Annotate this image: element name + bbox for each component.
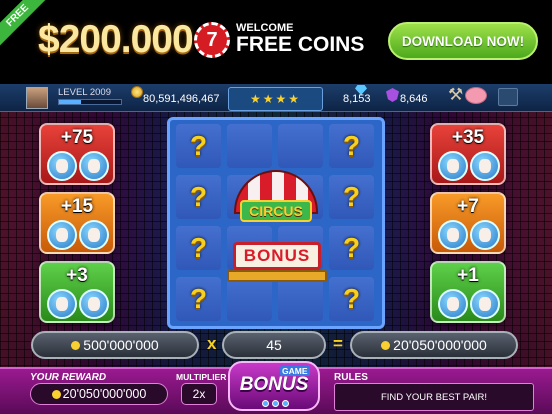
status-bar: LEVEL 2009 80,591,496,467 ★★★★ 8,153 8,6… <box>0 84 552 112</box>
prize-card-left-2: +15 <box>39 192 115 254</box>
xp-progress-fill <box>59 100 81 104</box>
page-dots <box>262 400 290 408</box>
game-bonus-logo: GAME BONUS <box>228 361 320 411</box>
shield-icon <box>386 88 399 102</box>
game-area: LEVEL 2009 80,591,496,467 ★★★★ 8,153 8,6… <box>0 84 552 414</box>
free-coins-text: FREE COINS <box>236 33 365 56</box>
mystery-tile[interactable]: ? <box>329 226 374 270</box>
prize-label: +35 <box>451 127 485 148</box>
rabbit-token-icon <box>470 151 500 181</box>
mystery-tile[interactable]: ? <box>176 175 221 219</box>
board-tile[interactable] <box>227 277 272 321</box>
prize-label: +3 <box>66 265 88 286</box>
clown-token-icon <box>470 289 500 319</box>
rules-text: FIND YOUR BEST PAIR! <box>334 383 534 411</box>
bet-amount: 500'000'000 <box>83 337 159 353</box>
shield-balance: 8,646 <box>400 93 428 105</box>
coin-icon <box>71 340 81 350</box>
result-amount: 20'050'000'000 <box>393 337 487 353</box>
board-tile[interactable] <box>278 124 323 168</box>
download-now-button[interactable]: DOWNLOAD NOW! <box>388 22 538 60</box>
circus-sign: CIRCUS <box>240 200 312 222</box>
prize-card-left-1: +75 <box>39 123 115 185</box>
mystery-tile[interactable]: ? <box>329 124 374 168</box>
rules-title: RULES <box>334 372 368 383</box>
mystery-tile[interactable]: ? <box>176 124 221 168</box>
mystery-tile[interactable]: ? <box>176 277 221 321</box>
bet-amount-display: 500'000'000 <box>31 331 199 359</box>
mystery-tile[interactable]: ? <box>329 175 374 219</box>
prize-label: +1 <box>457 265 479 286</box>
board-tile[interactable] <box>278 277 323 321</box>
rabbit-token-icon <box>79 220 109 250</box>
mystery-tile[interactable]: ? <box>176 226 221 270</box>
casino-chip-icon: 7 <box>194 22 230 58</box>
bonus-reels: BONUS <box>233 242 321 270</box>
multiplier-badge: 2x <box>181 383 217 405</box>
board-tile[interactable] <box>227 124 272 168</box>
avatar[interactable] <box>26 87 48 109</box>
circus-tent-icon: CIRCUS <box>228 170 324 242</box>
clown-token-icon <box>79 151 109 181</box>
multiplier-value: 45 <box>266 337 282 353</box>
coin-icon <box>131 86 143 98</box>
multiplier-display: 45 <box>222 331 326 359</box>
clown-token-icon <box>438 220 468 250</box>
prize-label: +15 <box>60 196 94 217</box>
bonus-amount: $200.000 <box>38 18 194 61</box>
coin-icon <box>51 389 61 399</box>
rabbit-token-icon <box>47 220 77 250</box>
prize-card-right-1: +35 <box>430 123 506 185</box>
bonus-label: BONUS <box>239 374 309 395</box>
result-display: 20'050'000'000 <box>350 331 518 359</box>
promo-banner: FREE $200.000 7 WELCOME FREE COINS DOWNL… <box>0 0 552 84</box>
clown-token-icon <box>438 151 468 181</box>
stars-rating: ★★★★ <box>228 87 323 111</box>
bottom-bar: YOUR REWARD 20'050'000'000 MULTIPLIER 2x… <box>0 361 552 414</box>
mystery-tile[interactable]: ? <box>329 277 374 321</box>
reels-base <box>227 270 327 282</box>
hammer-icon[interactable]: ⚒ <box>448 85 463 105</box>
menu-icon[interactable] <box>498 88 518 106</box>
reward-title: YOUR REWARD <box>30 372 107 383</box>
rabbit-token-icon <box>470 220 500 250</box>
rabbit-token-icon <box>438 289 468 319</box>
prize-label: +7 <box>457 196 479 217</box>
prize-card-left-3: +3 <box>39 261 115 323</box>
multiplier-title: MULTIPLIER <box>176 372 227 382</box>
clown-token-icon <box>79 289 109 319</box>
prize-label: +75 <box>60 127 94 148</box>
clown-token-icon <box>47 151 77 181</box>
gem-balance: 8,153 <box>343 93 371 105</box>
piggy-bank-icon[interactable] <box>465 87 487 104</box>
prize-card-right-2: +7 <box>430 192 506 254</box>
player-level: LEVEL 2009 <box>58 87 111 98</box>
coin-icon <box>381 340 391 350</box>
xp-progress-bar <box>58 99 122 105</box>
reward-value: 20'050'000'000 <box>62 387 147 401</box>
clown-token-icon <box>47 289 77 319</box>
equals-sign: = <box>333 334 343 353</box>
prize-card-right-3: +1 <box>430 261 506 323</box>
coin-balance: 80,591,496,467 <box>143 93 220 105</box>
times-sign: x <box>207 334 217 353</box>
reward-display: 20'050'000'000 <box>30 383 168 405</box>
